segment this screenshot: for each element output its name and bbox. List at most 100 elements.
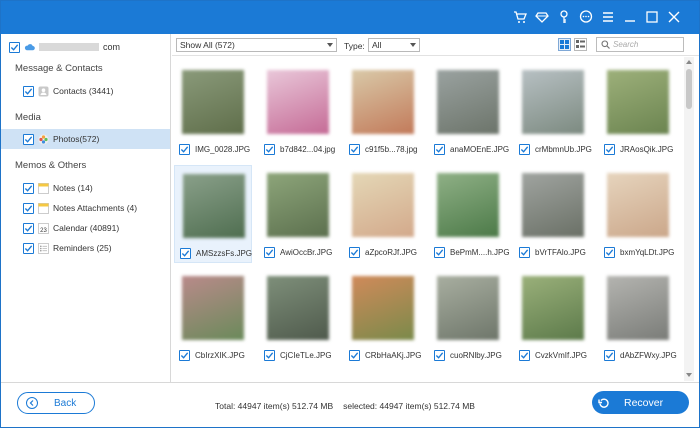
- photo-thumbnail[interactable]: [607, 70, 669, 134]
- photo-thumbnail[interactable]: [352, 276, 414, 340]
- photo-checkbox[interactable]: [519, 247, 530, 258]
- photo-name: aZpcoRJf.JPG: [365, 248, 418, 257]
- cart-icon[interactable]: [513, 10, 527, 24]
- maximize-icon[interactable]: [645, 10, 659, 24]
- reminders-checkbox[interactable]: [23, 242, 34, 254]
- recover-button[interactable]: Recover: [592, 391, 689, 414]
- sidebar-item-notes-attachments[interactable]: Notes Attachments (4): [1, 198, 170, 218]
- scroll-down-icon[interactable]: [686, 373, 692, 377]
- photo-thumbnail[interactable]: [182, 276, 244, 340]
- search-input[interactable]: [613, 40, 677, 49]
- menu-icon[interactable]: [601, 10, 615, 24]
- diamond-icon[interactable]: [535, 10, 549, 24]
- photo-tile[interactable]: dAbZFWxy.JPG: [599, 268, 677, 366]
- photo-thumbnail[interactable]: [437, 70, 499, 134]
- photo-checkbox[interactable]: [180, 248, 191, 259]
- sidebar-item-reminders[interactable]: Reminders (25): [1, 238, 170, 258]
- photo-checkbox[interactable]: [264, 247, 275, 258]
- photo-checkbox[interactable]: [519, 144, 530, 155]
- photo-tile[interactable]: anaMOEnE.JPG: [429, 62, 509, 160]
- sidebar-item-label: Calendar (40891): [53, 223, 120, 233]
- photo-thumbnail[interactable]: [267, 276, 329, 340]
- grid-scrollbar[interactable]: [684, 57, 694, 381]
- chevron-down-icon: [410, 43, 416, 47]
- photo-caption: IMG_0028.JPG: [179, 144, 250, 155]
- sidebar-item-notes[interactable]: Notes (14): [1, 178, 170, 198]
- list-view-button[interactable]: [574, 38, 587, 51]
- photo-checkbox[interactable]: [264, 350, 275, 361]
- photo-thumbnail[interactable]: [352, 70, 414, 134]
- photo-tile[interactable]: bVrTFAlo.JPG: [514, 165, 592, 263]
- photo-checkbox[interactable]: [604, 144, 615, 155]
- account-email-mask: [39, 43, 99, 51]
- sidebar-item-calendar[interactable]: 23 Calendar (40891): [1, 218, 170, 238]
- photo-tile[interactable]: bxmYqLDt.JPG: [599, 165, 677, 263]
- photo-tile[interactable]: c91f5b...78.jpg: [344, 62, 422, 160]
- chat-icon[interactable]: [579, 10, 593, 24]
- photo-tile[interactable]: crMbmnUb.JPG: [514, 62, 592, 160]
- scrollbar-thumb[interactable]: [686, 69, 692, 109]
- grid-view-button[interactable]: [558, 38, 571, 51]
- recover-label: Recover: [624, 396, 664, 409]
- photos-checkbox[interactable]: [23, 133, 34, 145]
- photo-tile[interactable]: CjCIeTLe.JPG: [259, 268, 337, 366]
- photo-checkbox[interactable]: [349, 350, 360, 361]
- notes-attachments-checkbox[interactable]: [23, 202, 34, 214]
- sidebar-item-photos[interactable]: Photos(572): [1, 129, 170, 149]
- photo-thumbnail[interactable]: [267, 173, 329, 237]
- photo-thumbnail[interactable]: [522, 173, 584, 237]
- photo-thumbnail[interactable]: [267, 70, 329, 134]
- photo-checkbox[interactable]: [519, 350, 530, 361]
- photo-tile[interactable]: JRAosQik.JPG: [599, 62, 677, 160]
- account-checkbox[interactable]: [9, 41, 20, 53]
- scroll-up-icon[interactable]: [686, 60, 692, 64]
- photo-tile[interactable]: cuoRNlby.JPG: [429, 268, 507, 366]
- close-icon[interactable]: [667, 10, 681, 24]
- photo-checkbox[interactable]: [349, 247, 360, 258]
- minimize-icon[interactable]: [623, 10, 637, 24]
- calendar-checkbox[interactable]: [23, 222, 34, 234]
- photo-tile[interactable]: b7d842...04.jpg: [259, 62, 337, 160]
- photo-thumbnail[interactable]: [437, 276, 499, 340]
- photo-tile[interactable]: IMG_0028.JPG: [174, 62, 252, 160]
- photo-tile[interactable]: aZpcoRJf.JPG: [344, 165, 422, 263]
- type-filter-select[interactable]: All: [368, 38, 420, 52]
- photo-checkbox[interactable]: [604, 350, 615, 361]
- section-memos-others: Memos & Others: [15, 160, 87, 171]
- key-icon[interactable]: [557, 10, 571, 24]
- sidebar-item-contacts[interactable]: Contacts (3441): [1, 81, 170, 101]
- photo-checkbox[interactable]: [179, 144, 190, 155]
- photo-tile[interactable]: AwiOccBr.JPG: [259, 165, 337, 263]
- photo-thumbnail[interactable]: [352, 173, 414, 237]
- photo-grid: IMG_0028.JPG b7d842...04.jpg c91f5b...78.j…: [172, 57, 682, 381]
- photo-checkbox[interactable]: [434, 144, 445, 155]
- photo-thumbnail[interactable]: [522, 276, 584, 340]
- photo-thumbnail[interactable]: [607, 276, 669, 340]
- show-filter-value: Show All (572): [180, 40, 235, 50]
- photo-checkbox[interactable]: [264, 144, 275, 155]
- photo-tile[interactable]: BePmM....h.JPG: [429, 165, 510, 263]
- photo-tile[interactable]: AMSzzsFs.JPG: [174, 165, 252, 263]
- photo-thumbnail[interactable]: [182, 70, 244, 134]
- photo-checkbox[interactable]: [434, 350, 445, 361]
- photo-thumbnail[interactable]: [607, 173, 669, 237]
- show-filter-select[interactable]: Show All (572): [176, 38, 337, 52]
- account-row[interactable]: com: [9, 39, 120, 55]
- photo-checkbox[interactable]: [179, 350, 190, 361]
- contacts-checkbox[interactable]: [23, 85, 34, 97]
- photo-tile[interactable]: CvzkVmIf.JPG: [514, 268, 592, 366]
- photo-checkbox[interactable]: [349, 144, 360, 155]
- notes-checkbox[interactable]: [23, 182, 34, 194]
- photo-name: c91f5b...78.jpg: [365, 145, 418, 154]
- type-label: Type:: [344, 41, 365, 51]
- photo-thumbnail[interactable]: [183, 174, 245, 238]
- photo-checkbox[interactable]: [434, 247, 445, 258]
- photo-tile[interactable]: CbIrzXIK.JPG: [174, 268, 252, 366]
- photo-thumbnail[interactable]: [522, 70, 584, 134]
- search-box[interactable]: [596, 37, 684, 52]
- photo-tile[interactable]: CRbHaAKj.JPG: [344, 268, 422, 366]
- photo-checkbox[interactable]: [604, 247, 615, 258]
- photo-thumbnail[interactable]: [437, 173, 499, 237]
- back-button[interactable]: Back: [17, 392, 95, 414]
- reminders-icon: [38, 242, 49, 254]
